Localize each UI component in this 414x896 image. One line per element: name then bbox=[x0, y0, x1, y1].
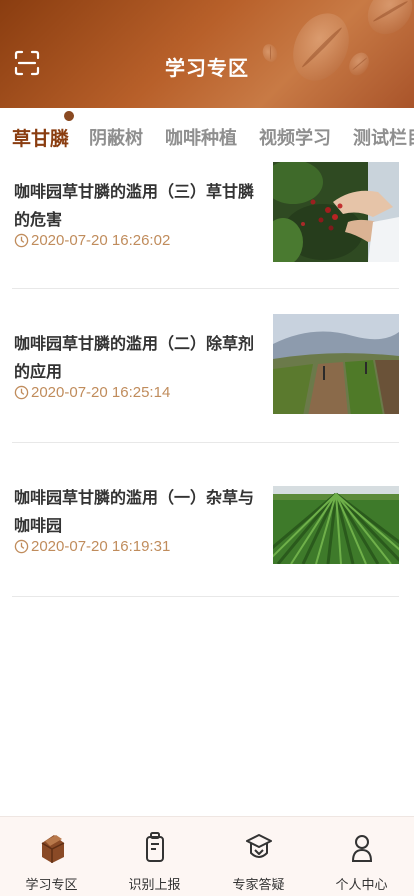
nav-item-report[interactable]: 识别上报 bbox=[103, 817, 206, 896]
coffee-picking-photo bbox=[273, 162, 399, 262]
article-title: 咖啡园草甘膦的滥用（一）杂草与咖啡园 bbox=[14, 488, 255, 535]
article-time: 2020-07-20 16:26:02 bbox=[14, 232, 170, 249]
bottom-nav: 学习专区 识别上报 专家答疑 个人中心 bbox=[0, 816, 414, 896]
tab-test-column[interactable]: 测试栏目 bbox=[353, 124, 414, 150]
clock-icon bbox=[14, 385, 29, 400]
tab-video-learning[interactable]: 视频学习 bbox=[259, 124, 331, 150]
user-icon bbox=[351, 835, 373, 862]
tab-caoganlin[interactable]: 草甘膦 bbox=[12, 124, 69, 151]
category-tabs: 草甘膦 阴蔽树 咖啡种植 视频学习 测试栏目 bbox=[0, 108, 414, 156]
app-header: 学习专区 bbox=[0, 0, 414, 108]
nav-item-expert[interactable]: 专家答疑 bbox=[207, 817, 310, 896]
crop-rows-photo bbox=[273, 486, 399, 564]
article-item[interactable]: 咖啡园草甘膦的滥用（三）草甘膦的危害 2020-07-20 16:26:02 bbox=[12, 162, 399, 292]
nav-item-profile[interactable]: 个人中心 bbox=[310, 817, 413, 896]
article-thumbnail bbox=[273, 486, 399, 564]
divider bbox=[12, 288, 399, 289]
tab-coffee-planting[interactable]: 咖啡种植 bbox=[165, 124, 237, 150]
divider bbox=[12, 442, 399, 443]
clock-icon bbox=[14, 539, 29, 554]
coffee-bean-decoration bbox=[358, 0, 414, 44]
book-icon bbox=[41, 835, 65, 863]
article-thumbnail bbox=[273, 314, 399, 414]
article-thumbnail bbox=[273, 162, 399, 262]
nav-label: 专家答疑 bbox=[232, 878, 285, 893]
article-time-text: 2020-07-20 16:19:31 bbox=[31, 538, 171, 555]
nav-label: 个人中心 bbox=[335, 878, 388, 893]
article-time: 2020-07-20 16:25:14 bbox=[14, 384, 170, 401]
page-title: 学习专区 bbox=[165, 56, 249, 80]
nav-item-study[interactable]: 学习专区 bbox=[0, 817, 103, 896]
report-icon bbox=[146, 832, 164, 862]
nav-label: 识别上报 bbox=[128, 878, 181, 893]
article-title: 咖啡园草甘膦的滥用（三）草甘膦的危害 bbox=[14, 182, 255, 229]
nav-label: 学习专区 bbox=[25, 878, 78, 893]
article-title: 咖啡园草甘膦的滥用（二）除草剂的应用 bbox=[14, 334, 255, 381]
clock-icon bbox=[14, 233, 29, 248]
article-item[interactable]: 咖啡园草甘膦的滥用（二）除草剂的应用 2020-07-20 16:25:14 bbox=[12, 314, 399, 444]
expert-icon bbox=[246, 834, 272, 858]
article-time-text: 2020-07-20 16:25:14 bbox=[31, 384, 171, 401]
article-time-text: 2020-07-20 16:26:02 bbox=[31, 232, 171, 249]
hillside-plantation-photo bbox=[273, 314, 399, 414]
article-time: 2020-07-20 16:19:31 bbox=[14, 538, 170, 555]
article-item[interactable]: 咖啡园草甘膦的滥用（一）杂草与咖啡园 2020-07-20 16:19:31 bbox=[12, 468, 399, 598]
tab-yinbishu[interactable]: 阴蔽树 bbox=[89, 124, 143, 150]
divider bbox=[12, 596, 399, 597]
